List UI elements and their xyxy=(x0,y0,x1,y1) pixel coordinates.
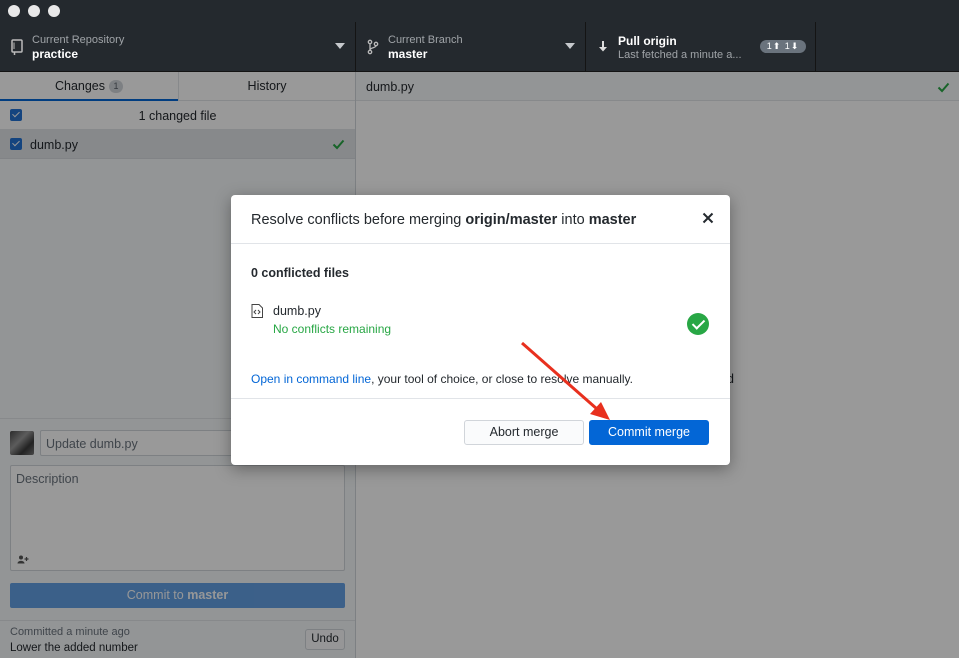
conflict-file-name: dumb.py xyxy=(273,304,321,318)
current-repository-label: Current Repository xyxy=(32,34,125,46)
current-branch-dropdown[interactable]: Current Branch master xyxy=(356,22,586,72)
current-repository-dropdown[interactable]: Current Repository practice xyxy=(0,22,356,72)
arrow-down-icon xyxy=(599,41,607,52)
conflict-count: 0 conflicted files xyxy=(251,266,349,280)
dialog-title: Resolve conflicts before merging origin/… xyxy=(251,212,636,228)
window-titlebar xyxy=(0,0,959,22)
chevron-down-icon xyxy=(335,43,345,49)
repo-icon xyxy=(11,39,23,55)
commit-merge-button[interactable]: Commit merge xyxy=(589,420,709,445)
dialog-body: 0 conflicted files dumb.py No conflicts … xyxy=(231,244,730,399)
dialog-title-prefix: Resolve conflicts before merging xyxy=(251,212,466,228)
ahead-behind-badge: 1⬆ 1⬇ xyxy=(760,40,806,53)
file-code-icon xyxy=(251,304,263,318)
dialog-header: Resolve conflicts before merging origin/… xyxy=(231,195,730,244)
source-branch: origin/master xyxy=(465,212,558,228)
close-icon[interactable] xyxy=(700,210,716,226)
last-fetched-text: Last fetched a minute a... xyxy=(618,49,742,61)
current-branch-label: Current Branch xyxy=(388,34,463,46)
resolved-check-icon xyxy=(687,313,709,335)
minimize-window-icon[interactable] xyxy=(28,5,40,17)
branch-icon xyxy=(367,39,379,55)
resolve-hint: Open in command line, your tool of choic… xyxy=(251,372,633,386)
chevron-down-icon xyxy=(565,43,575,49)
conflict-file-status: No conflicts remaining xyxy=(273,322,392,336)
pull-origin-button[interactable]: Pull origin Last fetched a minute a... 1… xyxy=(586,22,816,72)
toolbar: Current Repository practice Current Bran… xyxy=(0,22,959,72)
merge-conflicts-dialog: Resolve conflicts before merging origin/… xyxy=(231,195,730,465)
pull-origin-label: Pull origin xyxy=(618,34,677,48)
zoom-window-icon[interactable] xyxy=(48,5,60,17)
target-branch: master xyxy=(588,212,637,228)
resolve-hint-text: , your tool of choice, or close to resol… xyxy=(371,372,633,386)
current-branch-value: master xyxy=(388,47,428,61)
open-command-line-link[interactable]: Open in command line xyxy=(251,372,371,386)
current-repository-value: practice xyxy=(32,47,79,61)
dialog-title-mid: into xyxy=(557,212,589,228)
close-window-icon[interactable] xyxy=(8,5,20,17)
abort-merge-button[interactable]: Abort merge xyxy=(464,420,584,445)
